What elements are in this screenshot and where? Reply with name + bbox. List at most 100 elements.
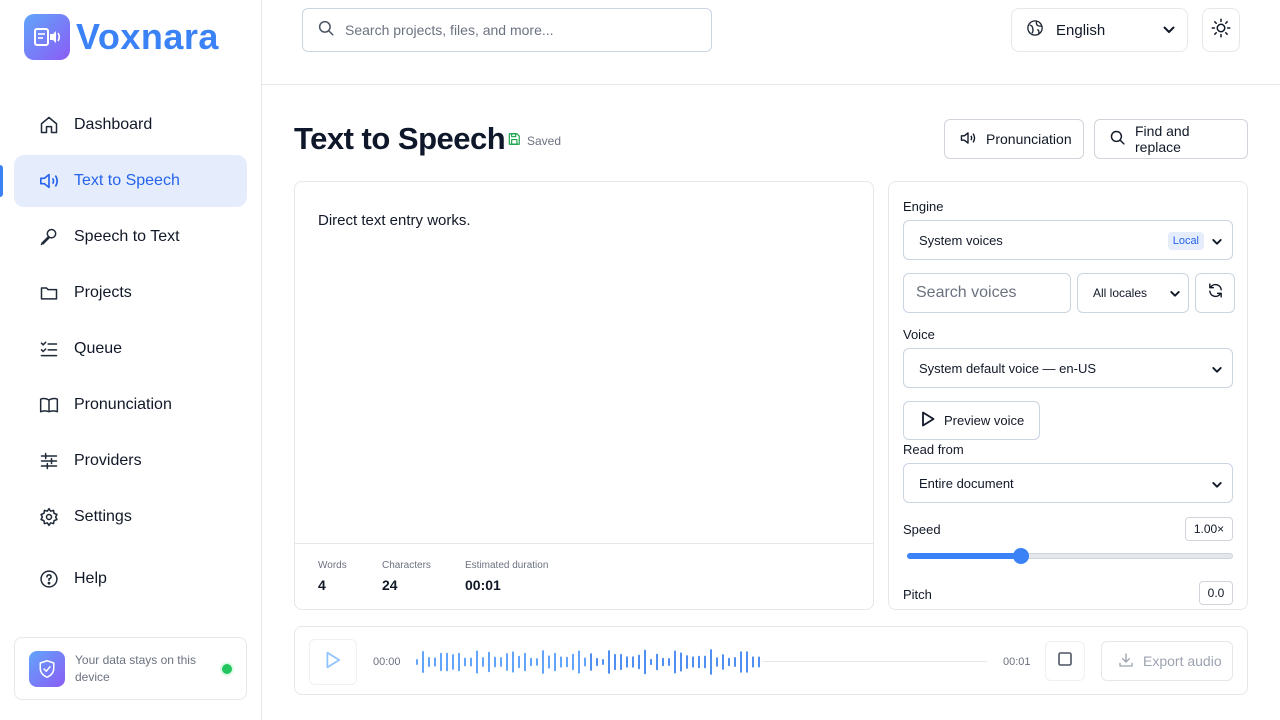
status-dot (222, 664, 232, 674)
total-time: 00:01 (1003, 656, 1031, 668)
pronunciation-button[interactable]: Pronunciation (944, 119, 1084, 159)
sidebar-item-label: Providers (74, 452, 142, 469)
waveform-bar (584, 657, 586, 667)
waveform-bar (422, 650, 424, 674)
waveform-bar (506, 653, 508, 671)
locale-select[interactable]: All locales (1077, 273, 1189, 313)
waveform-bar (728, 657, 730, 667)
sidebar-item-projects[interactable]: Projects (14, 267, 247, 319)
waveform-bar (476, 650, 478, 674)
list-checks-icon (38, 338, 60, 360)
waveform-bar (608, 650, 610, 674)
privacy-text: Your data stays on this device (75, 652, 196, 684)
stop-button[interactable] (1045, 641, 1085, 681)
privacy-notice: Your data stays on this device (14, 637, 247, 700)
sidebar-item-queue[interactable]: Queue (14, 323, 247, 375)
speed-label: Speed (903, 522, 941, 537)
waveform-bar (620, 653, 622, 671)
sidebar-item-settings[interactable]: Settings (14, 491, 247, 543)
waveform-bar (470, 657, 472, 667)
voice-label: Voice (903, 327, 935, 342)
stat-label: Words (318, 560, 347, 571)
sidebar-item-speech-to-text[interactable]: Speech to Text (14, 211, 247, 263)
speaker-icon (959, 130, 977, 149)
app-name: Voxnara (76, 16, 219, 57)
folder-icon (38, 282, 60, 304)
sun-icon (1211, 18, 1231, 43)
waveform-bar (692, 656, 694, 668)
sidebar-item-label: Settings (74, 508, 132, 525)
read-from-select[interactable]: Entire document (903, 463, 1233, 503)
sliders-icon (38, 450, 60, 472)
preview-voice-button[interactable]: Preview voice (903, 401, 1040, 440)
waveform-bar (452, 654, 454, 670)
search-icon (1109, 129, 1126, 149)
sidebar-item-label: Text to Speech (74, 172, 180, 189)
saved-label: Saved (527, 133, 562, 148)
sidebar-item-text-to-speech[interactable]: Text to Speech (14, 155, 247, 207)
search-icon (317, 19, 335, 42)
waveform-bar (716, 657, 718, 667)
slider-thumb[interactable] (1013, 548, 1030, 564)
find-replace-button[interactable]: Find and replace (1094, 119, 1248, 159)
editor-stats: Words 4 Characters 24 Estimated duration… (295, 543, 873, 609)
voice-select[interactable]: System default voice — en-US (903, 348, 1233, 388)
theme-toggle-button[interactable] (1202, 8, 1240, 52)
waveform-bar (698, 655, 700, 669)
gear-icon (38, 506, 60, 528)
chevron-down-icon (1212, 477, 1222, 492)
shield-icon (29, 650, 65, 687)
waveform-bar (590, 653, 592, 671)
stat-characters: Characters 24 (382, 560, 431, 593)
book-icon (38, 394, 60, 416)
sidebar-item-label: Projects (74, 284, 132, 301)
chevron-down-icon (1212, 362, 1222, 377)
waveform-bar (530, 657, 532, 667)
speaker-icon (38, 170, 60, 192)
waveform-bar (746, 651, 748, 673)
speed-slider[interactable] (907, 548, 1233, 564)
sidebar-item-pronunciation[interactable]: Pronunciation (14, 379, 247, 431)
slider-fill (907, 553, 1022, 559)
waveform-bar (680, 652, 682, 672)
chevron-down-icon (1212, 234, 1222, 249)
stat-value: 4 (318, 577, 326, 593)
stop-icon (1058, 651, 1072, 671)
chevron-down-icon (1170, 287, 1180, 301)
play-button[interactable] (309, 639, 357, 685)
voice-settings-panel: Engine System voices Local All locales V… (888, 181, 1248, 610)
voice-search-input[interactable] (903, 273, 1071, 313)
engine-label: Engine (903, 199, 944, 214)
waveform-bar (482, 657, 484, 667)
waveform-bar (416, 659, 418, 665)
language-select[interactable]: English (1011, 8, 1188, 52)
sidebar-item-help[interactable]: Help (14, 553, 247, 605)
stat-value: 24 (382, 577, 398, 593)
export-audio-button[interactable]: Export audio (1101, 641, 1233, 681)
sidebar-item-providers[interactable]: Providers (14, 435, 247, 487)
stat-label: Characters (382, 560, 431, 571)
sidebar-item-label: Help (74, 570, 107, 587)
pitch-value[interactable]: 0.0 (1199, 581, 1233, 605)
engine-select[interactable]: System voices Local (903, 220, 1233, 260)
global-search[interactable] (302, 8, 712, 52)
waveform-bar (632, 656, 634, 668)
waveform-bar (722, 654, 724, 670)
active-indicator (0, 165, 3, 197)
app-logo[interactable]: Voxnara (24, 14, 219, 60)
text-editor[interactable]: Direct text entry works. Words 4 Charact… (294, 181, 874, 610)
sidebar-item-label: Pronunciation (74, 396, 172, 413)
sidebar-item-dashboard[interactable]: Dashboard (14, 99, 247, 151)
home-icon (38, 114, 60, 136)
search-input[interactable] (345, 22, 685, 38)
refresh-voices-button[interactable] (1195, 273, 1235, 313)
speed-value[interactable]: 1.00× (1185, 517, 1233, 541)
waveform-bar (596, 657, 598, 667)
waveform-bar (740, 651, 742, 673)
waveform[interactable] (415, 645, 987, 679)
waveform-bar (560, 656, 562, 668)
editor-text[interactable]: Direct text entry works. (318, 212, 471, 229)
waveform-bar (542, 650, 544, 674)
waveform-bar (638, 654, 640, 670)
current-time: 00:00 (373, 656, 401, 668)
